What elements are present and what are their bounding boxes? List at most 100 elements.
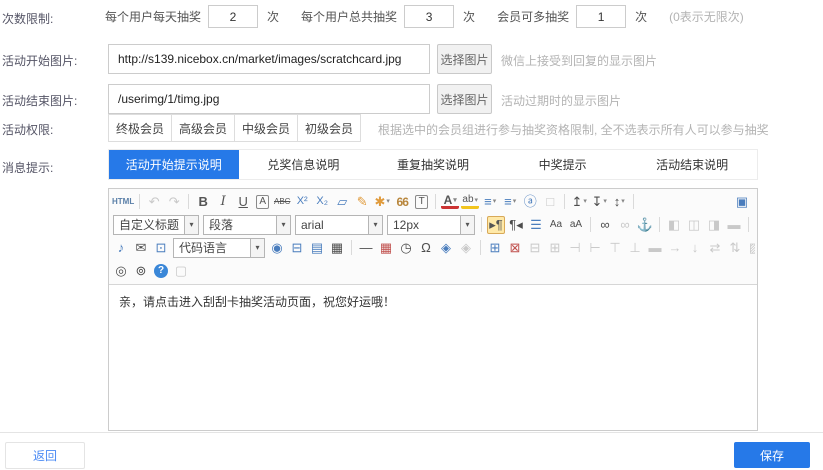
horizontal-rule-icon[interactable]: —: [357, 239, 375, 257]
daily-draws-input[interactable]: [208, 5, 258, 28]
insert-music-icon[interactable]: ♪: [112, 239, 130, 257]
insert-table-icon[interactable]: ⊞: [486, 239, 504, 257]
help-icon[interactable]: ?: [154, 264, 168, 278]
indent-first-line-icon[interactable]: ↥▾: [570, 193, 588, 211]
bold-icon[interactable]: B: [194, 193, 212, 211]
merge-down-icon[interactable]: ↓: [686, 239, 704, 257]
link-icon[interactable]: ∞: [596, 216, 614, 234]
delete-table-icon[interactable]: ⊠: [506, 239, 524, 257]
auto-typeset-icon[interactable]: ✱▾: [373, 193, 391, 211]
insert-attachment-icon[interactable]: ✉: [132, 239, 150, 257]
custom-title-select[interactable]: 自定义标题▾: [113, 215, 199, 235]
code-language-select[interactable]: 代码语言▾: [173, 238, 265, 258]
paragraph-spacing-icon[interactable]: ↧▾: [590, 193, 608, 211]
google-map-icon[interactable]: ◈: [457, 239, 475, 257]
total-draws-input[interactable]: [404, 5, 454, 28]
tab-activity-end[interactable]: 活动结束说明: [627, 150, 757, 179]
chevron-down-icon: ▾: [603, 198, 607, 205]
split-rows-icon[interactable]: ⇄: [706, 239, 724, 257]
anchor-insert-icon[interactable]: ⚓: [636, 216, 654, 234]
tab-win-prompt[interactable]: 中奖提示: [498, 150, 628, 179]
image-align-right-icon[interactable]: ◨: [705, 216, 723, 234]
insert-date-icon[interactable]: ▦: [377, 239, 395, 257]
paragraph-indent-icon[interactable]: ☰: [527, 216, 545, 234]
subscript-icon[interactable]: X₂: [313, 193, 331, 211]
page-break-icon[interactable]: ⊟: [288, 239, 306, 257]
format-brush-icon[interactable]: ✎: [353, 193, 371, 211]
end-image-input[interactable]: [108, 84, 430, 114]
tab-redeem-info[interactable]: 兑奖信息说明: [239, 150, 369, 179]
image-align-left-icon[interactable]: ◧: [665, 216, 683, 234]
font-border-icon[interactable]: A: [256, 195, 269, 209]
paste-icon[interactable]: ▢: [172, 262, 190, 280]
superscript-icon[interactable]: X²: [293, 193, 311, 211]
permission-option-ultimate[interactable]: 终极会员: [108, 114, 172, 142]
insert-row-icon[interactable]: ⊣: [566, 239, 584, 257]
line-spacing-icon[interactable]: ↕▾: [610, 193, 628, 211]
table-title-icon[interactable]: ⊞: [546, 239, 564, 257]
strikethrough-icon[interactable]: ABC: [273, 193, 291, 211]
table-caption-icon[interactable]: ⊟: [526, 239, 544, 257]
start-image-pick-button[interactable]: 选择图片: [437, 44, 492, 74]
font-family-select[interactable]: arial▾: [295, 215, 383, 235]
italic-icon[interactable]: I: [214, 193, 232, 211]
fullscreen-icon[interactable]: ▣: [733, 193, 751, 211]
permission-label: 活动权限:: [2, 121, 53, 138]
image-align-center-icon[interactable]: ◫: [685, 216, 703, 234]
merge-cells-icon[interactable]: ▬: [646, 239, 664, 257]
blank-page-icon[interactable]: □: [541, 193, 559, 211]
search-replace-icon[interactable]: ◎: [112, 262, 130, 280]
snapscreen-icon[interactable]: ▦: [328, 239, 346, 257]
screenshot-icon[interactable]: ◉: [268, 239, 286, 257]
permission-option-senior[interactable]: 高级会员: [171, 114, 235, 142]
font-size-select[interactable]: 12px▾: [387, 215, 475, 235]
undo-icon[interactable]: ↶: [145, 193, 163, 211]
special-character-icon[interactable]: Ω: [417, 239, 435, 257]
member-extra-draws-input[interactable]: [576, 5, 626, 28]
paste-plain-text-icon[interactable]: T: [415, 195, 428, 209]
redo-icon[interactable]: ↷: [165, 193, 183, 211]
start-image-input[interactable]: [108, 44, 430, 74]
end-image-pick-button[interactable]: 选择图片: [437, 84, 492, 114]
editor-toolbar: HTML↶↷BIUAABCX²X₂▱✎✱▾66TA▾ab▾≡▾≡▾ⓐ□↥▾↧▾↕…: [109, 189, 757, 285]
back-button[interactable]: 返回: [5, 442, 85, 469]
direction-rtl-icon[interactable]: ¶◂: [507, 216, 525, 234]
insert-frame-icon[interactable]: ⊡: [152, 239, 170, 257]
image-inline-icon[interactable]: ▬: [725, 216, 743, 234]
unlink-icon[interactable]: ∞: [616, 216, 634, 234]
direction-ltr-icon[interactable]: ▸¶: [487, 216, 505, 234]
insert-image-icon[interactable]: ▤: [754, 216, 755, 234]
unordered-list-icon[interactable]: ≡▾: [501, 193, 519, 211]
delete-column-icon[interactable]: ⊥: [626, 239, 644, 257]
source-code-icon[interactable]: HTML: [112, 193, 134, 211]
split-columns-icon[interactable]: ⇅: [726, 239, 744, 257]
chevron-down-icon: ▾: [583, 198, 587, 205]
merge-right-icon[interactable]: →: [666, 239, 684, 257]
toolbar-row-2: 自定义标题▾段落▾arial▾12px▾▸¶¶◂☰AaaA∞∞⚓◧◫◨▬▤▦☺✿…: [111, 213, 755, 236]
format-eraser-icon[interactable]: ▱: [333, 193, 351, 211]
underline-icon[interactable]: U: [234, 193, 252, 211]
insert-column-icon[interactable]: ⊢: [586, 239, 604, 257]
insert-time-icon[interactable]: ◷: [397, 239, 415, 257]
table-sort-icon[interactable]: ▨: [746, 239, 755, 257]
background-color-icon[interactable]: ab▾: [461, 194, 479, 209]
permission-hint: 根据选中的会员组进行参与抽奖资格限制, 全不选表示所有人可以参与抽奖: [378, 121, 769, 138]
to-lowercase-icon[interactable]: Aa: [547, 216, 565, 234]
anchor-mark-icon[interactable]: ⓐ: [521, 193, 539, 211]
total-draws-label: 每个用户总共抽奖: [301, 8, 397, 25]
permission-option-middle[interactable]: 中级会员: [234, 114, 298, 142]
delete-row-icon[interactable]: ⊤: [606, 239, 624, 257]
paragraph-select[interactable]: 段落▾: [203, 215, 291, 235]
font-color-icon[interactable]: A▾: [441, 194, 459, 209]
blockquote-icon[interactable]: 66: [393, 193, 411, 211]
ordered-list-icon[interactable]: ≡▾: [481, 193, 499, 211]
preview-icon[interactable]: ⊚: [132, 262, 150, 280]
template-icon[interactable]: ▤: [308, 239, 326, 257]
baidu-map-icon[interactable]: ◈: [437, 239, 455, 257]
save-button[interactable]: 保存: [734, 442, 810, 468]
permission-option-junior[interactable]: 初级会员: [297, 114, 361, 142]
to-uppercase-icon[interactable]: aA: [567, 216, 585, 234]
tab-repeat-draw[interactable]: 重复抽奖说明: [368, 150, 498, 179]
tab-activity-start[interactable]: 活动开始提示说明: [109, 150, 239, 179]
editor-content[interactable]: 亲，请点击进入刮刮卡抽奖活动页面，祝您好运哦！: [109, 285, 757, 430]
